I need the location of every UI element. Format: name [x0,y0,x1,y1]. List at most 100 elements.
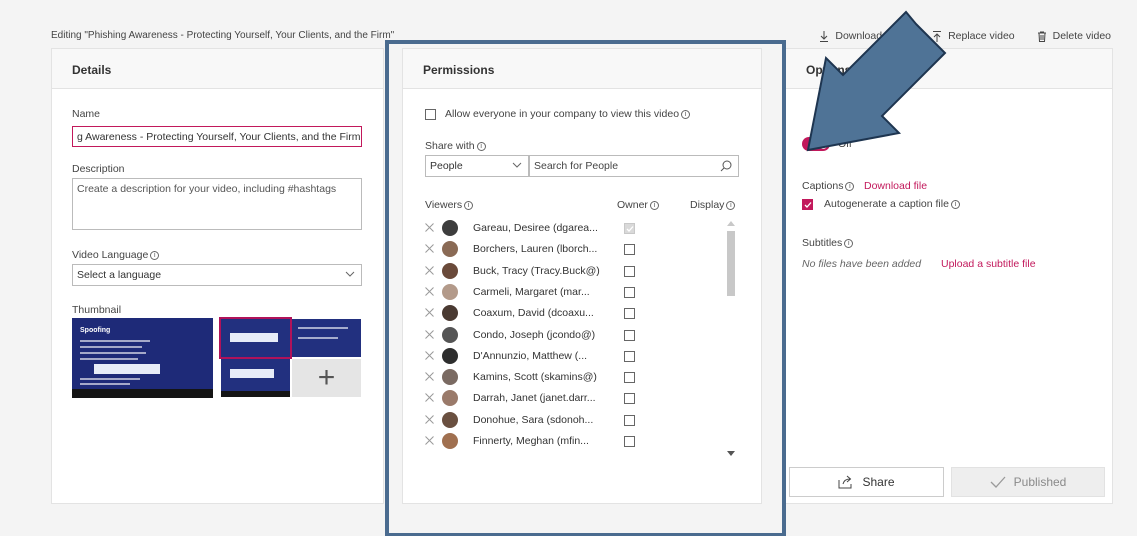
upload-icon [933,30,942,42]
owner-checkbox[interactable] [624,265,635,277]
owner-checkbox[interactable] [624,372,635,384]
share-with-text: Share with [425,140,475,152]
avatar [442,283,458,300]
share-with-label: Share with i [425,140,486,152]
remove-viewer-icon[interactable] [425,223,434,232]
comments-toggle[interactable] [802,137,830,151]
remove-viewer-icon[interactable] [425,265,434,275]
remove-viewer-icon[interactable] [425,287,434,296]
slide-email-box [230,333,278,342]
search-people-placeholder: Search for People [534,160,619,172]
upload-subtitle-link[interactable]: Upload a subtitle file [941,258,1036,270]
display-column-header: Display i [690,199,736,211]
checkmark-icon [626,226,634,232]
replace-video-label: Replace video [948,30,1015,42]
scroll-up-icon[interactable] [727,220,735,226]
viewer-name: Borchers, Lauren (lborch... [473,243,598,256]
owner-checkbox[interactable] [624,436,635,447]
video-taskbar [72,389,213,398]
owner-column-header: Owner i [617,199,659,211]
viewer-name: Condo, Joseph (jcondo@) [473,328,596,341]
options-heading: Options [786,49,1112,89]
owner-checkbox[interactable] [624,244,635,256]
toggle-state-label: Off [838,138,852,150]
viewer-row: Kamins, Scott (skamins@) [425,369,725,389]
delete-video-button[interactable]: Delete video [1037,30,1111,42]
download-file-link[interactable]: Download file [864,180,927,192]
owner-checkbox[interactable] [624,308,635,320]
remove-viewer-icon[interactable] [425,393,434,403]
share-button-label: Share [862,475,895,489]
autogenerate-checkbox[interactable] [802,199,813,210]
remove-viewer-icon[interactable] [425,329,434,339]
remove-viewer-icon[interactable] [425,308,434,318]
scrollbar-thumb[interactable] [727,231,735,296]
scroll-down-icon[interactable] [727,451,735,457]
name-input[interactable]: g Awareness - Protecting Yourself, Your … [72,126,362,147]
remove-viewer-icon[interactable] [425,414,434,424]
trash-icon [1037,31,1046,42]
viewer-name: Carmeli, Margaret (mar... [473,285,590,298]
thumbnail-option[interactable] [292,319,361,357]
slide-text-line [80,346,142,348]
viewer-row: Donohue, Sara (sdonoh... [425,411,725,432]
editing-title: Editing "Phishing Awareness - Protecting… [51,30,395,41]
remove-viewer-icon[interactable] [425,436,434,445]
video-taskbar [221,391,290,397]
viewer-row: D'Annunzio, Matthew (... [425,347,725,368]
thumbnail-option-selected[interactable] [219,317,292,359]
plus-icon: + [317,361,336,394]
viewer-name: Donohue, Sara (sdonoh... [473,413,594,426]
search-icon [720,160,732,172]
viewer-row: Carmeli, Margaret (mar... [425,283,725,304]
language-select[interactable]: Select a language [72,264,362,286]
published-button[interactable]: Published [951,467,1105,497]
owner-checkbox[interactable] [624,414,635,426]
viewer-row: Darrah, Janet (janet.darr... [425,390,725,410]
owner-checkbox[interactable] [624,393,635,405]
owner-checkbox[interactable] [624,329,635,341]
remove-viewer-icon[interactable] [425,244,434,254]
chevron-down-icon [345,271,355,277]
delete-video-label: Delete video [1052,30,1111,42]
share-button[interactable]: Share [789,467,944,497]
avatar [442,411,458,428]
share-type-value: People [430,160,463,172]
autogenerate-label: Autogenerate a caption file i [824,198,960,210]
info-icon: i [845,182,855,191]
avatar [442,241,458,258]
captions-label: Captions i [802,180,855,192]
remove-viewer-icon[interactable] [425,350,434,360]
owner-checkbox[interactable] [624,223,635,234]
viewers-header-text: Viewers [425,199,463,211]
viewers-scrollbar[interactable] [726,217,736,460]
owner-header-text: Owner [617,199,648,211]
allow-everyone-checkbox[interactable] [425,109,436,120]
add-thumbnail-button[interactable]: + [292,359,361,397]
info-icon: i [726,201,736,210]
viewers-column-header: Viewers i [425,199,474,211]
allow-everyone-label: Allow everyone in your company to view t… [445,108,691,120]
slide-text-line [80,340,150,342]
avatar [442,390,458,407]
description-input[interactable]: Create a description for your video, inc… [72,178,362,230]
download-video-button[interactable]: Download video [819,30,910,42]
avatar [442,305,458,322]
thumbnail-option[interactable] [221,359,290,397]
share-type-select[interactable]: People [425,155,529,177]
download-video-label: Download video [835,30,911,42]
viewer-name: Darrah, Janet (janet.darr... [473,392,596,405]
autogenerate-text: Autogenerate a caption file [824,198,949,210]
info-icon: i [649,201,659,210]
remove-viewer-icon[interactable] [425,372,434,381]
search-people-input[interactable]: Search for People [529,155,739,177]
owner-checkbox[interactable] [624,350,635,362]
owner-checkbox[interactable] [624,286,635,298]
slide-text-line [80,352,146,354]
replace-video-button[interactable]: Replace video [932,30,1015,42]
details-heading: Details [52,49,383,89]
video-language-text: Video Language [72,249,149,261]
viewer-row: Buck, Tracy (Tracy.Buck@) [425,262,725,283]
video-actions: Download video Replace video Delete vide… [819,30,1111,42]
checkmark-icon [990,476,1006,488]
